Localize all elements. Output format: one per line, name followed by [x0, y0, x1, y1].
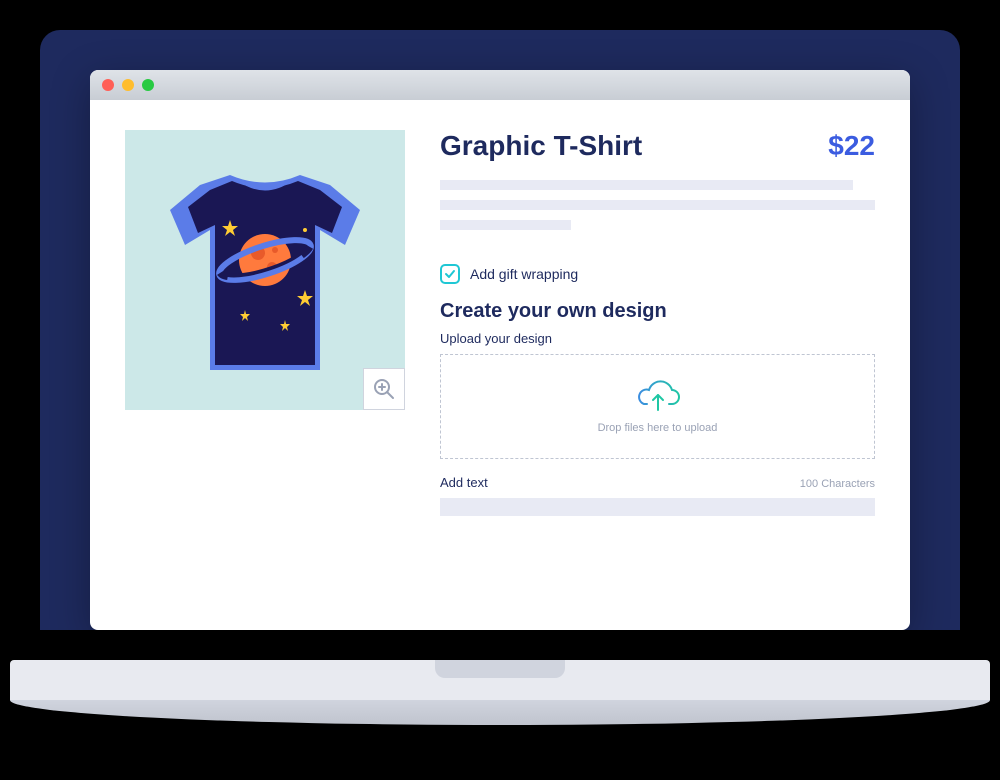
char-count: 100 Characters — [800, 478, 875, 490]
upload-dropzone[interactable]: Drop files here to upload — [440, 354, 875, 459]
checkbox-checked-icon — [440, 264, 460, 284]
laptop-frame: Graphic T-Shirt $22 — [40, 30, 960, 670]
minimize-icon[interactable] — [122, 79, 134, 91]
zoom-in-icon — [372, 377, 396, 401]
zoom-button[interactable] — [363, 368, 405, 410]
gift-wrap-checkbox[interactable]: Add gift wrapping — [440, 264, 875, 284]
laptop-screen: Graphic T-Shirt $22 — [40, 30, 960, 630]
cloud-upload-icon — [636, 380, 680, 414]
add-text-header: Add text 100 Characters — [440, 475, 875, 490]
upload-label: Upload your design — [440, 331, 875, 346]
product-image — [160, 155, 370, 385]
product-title: Graphic T-Shirt — [440, 130, 642, 162]
add-text-label: Add text — [440, 475, 488, 490]
maximize-icon[interactable] — [142, 79, 154, 91]
browser-content: Graphic T-Shirt $22 — [90, 100, 910, 630]
dropzone-text: Drop files here to upload — [598, 422, 718, 434]
product-details: Graphic T-Shirt $22 — [440, 130, 875, 600]
browser-titlebar — [90, 70, 910, 100]
close-icon[interactable] — [102, 79, 114, 91]
custom-text-input[interactable] — [440, 498, 875, 516]
laptop-base — [10, 660, 990, 730]
design-heading: Create your own design — [440, 300, 875, 323]
product-price: $22 — [828, 130, 875, 162]
gift-wrap-label: Add gift wrapping — [470, 266, 578, 282]
description-placeholder — [440, 180, 875, 240]
product-header: Graphic T-Shirt $22 — [440, 130, 875, 162]
product-image-panel — [125, 130, 405, 410]
browser-window: Graphic T-Shirt $22 — [90, 70, 910, 630]
